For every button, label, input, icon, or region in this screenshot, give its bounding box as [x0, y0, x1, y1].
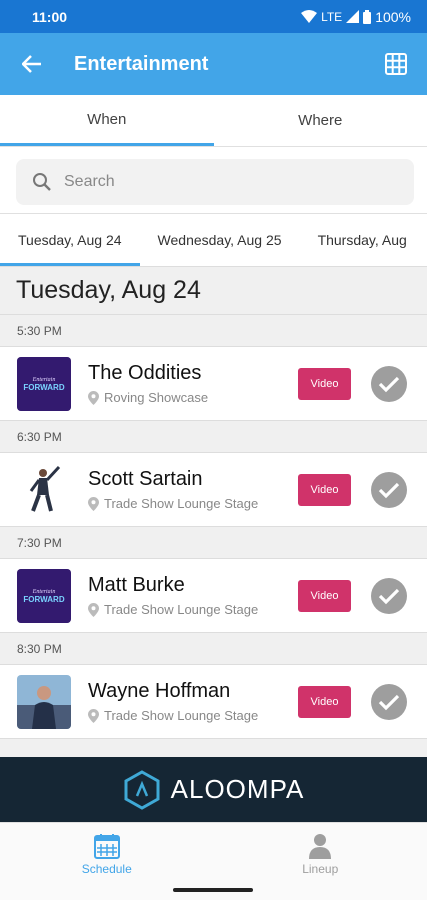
event-location: Trade Show Lounge Stage: [88, 496, 298, 511]
tab-when[interactable]: When: [0, 95, 214, 146]
status-bar: 11:00 LTE 100%: [0, 0, 427, 33]
nav-schedule-label: Schedule: [81, 862, 132, 876]
top-tabs: When Where: [0, 95, 427, 147]
date-tab-wednesday[interactable]: Wednesday, Aug 25: [140, 214, 300, 266]
svg-text:FORWARD: FORWARD: [23, 383, 64, 392]
grid-icon: [385, 53, 407, 75]
svg-text:FORWARD: FORWARD: [23, 595, 64, 604]
location-pin-icon: [88, 602, 99, 617]
day-header: Tuesday, Aug 24: [0, 267, 427, 315]
list-item[interactable]: Entertain FORWARD The Oddities Roving Sho…: [0, 347, 427, 421]
list-item[interactable]: Entertain FORWARD Matt Burke Trade Show L…: [0, 559, 427, 633]
event-text: Wayne Hoffman Trade Show Lounge Stage: [88, 680, 298, 723]
search-icon: [33, 173, 51, 191]
wifi-icon: [301, 10, 318, 23]
video-button[interactable]: Video: [298, 367, 351, 400]
nav-lineup-label: Lineup: [302, 862, 339, 876]
time-row: 8:30 PM: [0, 633, 427, 665]
search-input[interactable]: [64, 173, 364, 191]
home-indicator[interactable]: [173, 888, 253, 892]
app-bar: Entertainment: [0, 33, 427, 95]
banner-brand: ALOOMPA: [170, 774, 305, 804]
time-row: 6:30 PM: [0, 421, 427, 453]
battery-label: 100%: [375, 8, 411, 25]
location-pin-icon: [88, 390, 99, 405]
video-button[interactable]: Video: [298, 473, 351, 506]
calendar-icon: [93, 834, 120, 859]
event-title: Scott Sartain: [88, 468, 203, 490]
checkmark-button[interactable]: [371, 365, 407, 402]
performer-photo-thumbnail: [17, 462, 71, 517]
event-location-label: Trade Show Lounge Stage: [104, 496, 259, 511]
event-title: Wayne Hoffman: [88, 680, 231, 702]
date-tab-tuesday[interactable]: Tuesday, Aug 24: [0, 214, 140, 266]
sponsor-banner[interactable]: ALOOMPA: [0, 757, 427, 822]
aloompa-logo-icon: [124, 769, 160, 810]
check-icon: [378, 482, 400, 498]
check-icon: [378, 588, 400, 604]
event-location: Trade Show Lounge Stage: [88, 708, 298, 723]
tab-where[interactable]: Where: [214, 95, 427, 146]
forward-logo-thumbnail: Entertain FORWARD: [17, 356, 71, 411]
checkmark-button[interactable]: [371, 683, 407, 720]
arrow-back-icon: [22, 55, 41, 73]
event-location: Roving Showcase: [88, 390, 298, 405]
event-location-label: Trade Show Lounge Stage: [104, 708, 259, 723]
location-pin-icon: [88, 708, 99, 723]
person-icon: [309, 834, 332, 859]
event-text: The Oddities Roving Showcase: [88, 362, 298, 405]
schedule-list: 5:30 PM Entertain FORWARD The Oddities Ro…: [0, 315, 427, 771]
event-title: The Oddities: [88, 362, 202, 384]
event-text: Scott Sartain Trade Show Lounge Stage: [88, 468, 298, 511]
status-time: 11:00: [32, 8, 68, 25]
back-button[interactable]: [16, 48, 48, 80]
video-button[interactable]: Video: [298, 685, 351, 718]
date-tab-thursday[interactable]: Thursday, Aug: [300, 214, 425, 266]
time-row: 7:30 PM: [0, 527, 427, 559]
performer-photo-thumbnail: [17, 674, 71, 729]
event-title: Matt Burke: [88, 574, 185, 596]
event-location-label: Roving Showcase: [104, 390, 209, 405]
check-icon: [378, 376, 400, 392]
grid-view-button[interactable]: [381, 49, 411, 79]
page-title: Entertainment: [74, 52, 209, 75]
check-icon: [378, 694, 400, 710]
network-label: LTE: [321, 9, 343, 24]
event-location: Trade Show Lounge Stage: [88, 602, 298, 617]
search-container: [0, 147, 427, 213]
status-icons: LTE 100%: [301, 9, 411, 25]
list-item[interactable]: Wayne Hoffman Trade Show Lounge Stage Vi…: [0, 665, 427, 739]
location-pin-icon: [88, 496, 99, 511]
checkmark-button[interactable]: [371, 471, 407, 508]
checkmark-button[interactable]: [371, 577, 407, 614]
signal-icon: [346, 10, 360, 23]
list-item[interactable]: Scott Sartain Trade Show Lounge Stage Vi…: [0, 453, 427, 527]
video-button[interactable]: Video: [298, 579, 351, 612]
event-location-label: Trade Show Lounge Stage: [104, 602, 259, 617]
time-row: 5:30 PM: [0, 315, 427, 347]
forward-logo-thumbnail: Entertain FORWARD: [17, 568, 71, 623]
date-tabs: Tuesday, Aug 24 Wednesday, Aug 25 Thursd…: [0, 213, 427, 267]
battery-icon: [363, 9, 372, 24]
event-text: Matt Burke Trade Show Lounge Stage: [88, 574, 298, 617]
search-box[interactable]: [16, 159, 414, 205]
